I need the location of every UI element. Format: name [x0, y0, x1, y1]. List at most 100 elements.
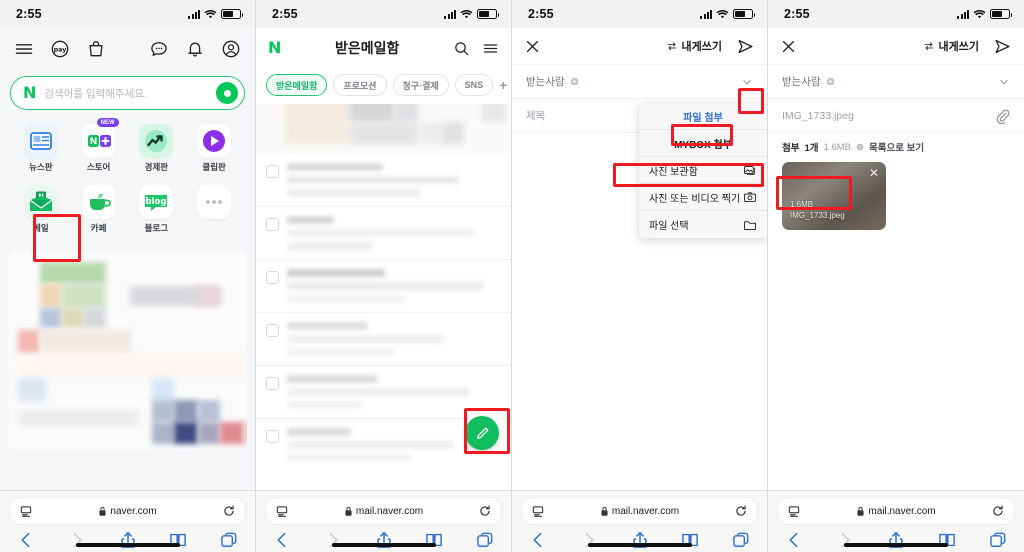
paperclip-icon[interactable] — [994, 108, 1010, 124]
chevron-down-icon[interactable] — [998, 76, 1010, 88]
bookmarks-icon[interactable] — [680, 530, 700, 550]
share-icon[interactable] — [374, 530, 394, 550]
tabs-icon[interactable] — [988, 530, 1008, 550]
status-icons — [188, 9, 243, 20]
mail-list-item[interactable] — [256, 366, 511, 419]
reload-icon[interactable] — [991, 504, 1005, 518]
chat-icon[interactable] — [149, 39, 169, 59]
contact-add-icon[interactable] — [826, 77, 835, 86]
hamburger-menu-icon[interactable] — [482, 40, 499, 57]
reader-view-icon[interactable] — [531, 504, 545, 518]
self-send-button[interactable]: 내게쓰기 — [666, 38, 722, 54]
app-shortcut-blog[interactable]: blog 블로그 — [128, 181, 186, 238]
bookmarks-icon[interactable] — [168, 530, 188, 550]
bell-icon[interactable] — [185, 39, 205, 59]
row-checkbox[interactable] — [266, 430, 279, 443]
reload-icon[interactable] — [734, 504, 748, 518]
back-icon[interactable] — [16, 530, 36, 550]
row-checkbox[interactable] — [266, 377, 279, 390]
address-bar[interactable]: mail.naver.com — [522, 498, 757, 524]
battery-icon — [990, 9, 1012, 19]
bookmarks-icon[interactable] — [937, 530, 957, 550]
share-icon[interactable] — [630, 530, 650, 550]
mail-list-item[interactable] — [256, 260, 511, 313]
mail-list-item[interactable] — [256, 207, 511, 260]
back-icon[interactable] — [784, 530, 804, 550]
reader-view-icon[interactable] — [19, 504, 33, 518]
row-checkbox[interactable] — [266, 324, 279, 337]
share-icon[interactable] — [118, 530, 138, 550]
chevron-down-icon[interactable] — [741, 76, 753, 88]
blurred-line — [287, 295, 405, 303]
app-shortcut-news[interactable]: 뉴스판 — [12, 120, 70, 177]
compose-header: 내게쓰기 — [768, 28, 1024, 64]
safari-bottom-bar-2: mail.naver.com — [256, 490, 511, 552]
menu-item-take-photo-video[interactable]: 사진 또는 비디오 찍기 — [639, 184, 767, 211]
app-shortcut-clip[interactable]: 클립판 — [185, 120, 243, 177]
reload-icon[interactable] — [222, 504, 236, 518]
mail-list-item[interactable] — [256, 313, 511, 366]
close-icon[interactable] — [524, 38, 541, 55]
reader-view-icon[interactable] — [787, 504, 801, 518]
row-checkbox[interactable] — [266, 218, 279, 231]
app-shortcut-store[interactable]: NEW N 스토어 — [70, 118, 128, 177]
wifi-icon — [204, 9, 217, 18]
contact-add-icon[interactable] — [570, 77, 579, 86]
compose-fab[interactable] — [465, 416, 499, 450]
url-text: mail.naver.com — [355, 505, 424, 517]
tab-billing[interactable]: 청구·결제 — [392, 74, 449, 96]
menu-item-choose-file[interactable]: 파일 선택 — [639, 211, 767, 238]
naver-logo[interactable]: N — [268, 40, 281, 56]
app-shortcut-more[interactable] — [185, 181, 243, 238]
subject-field[interactable]: IMG_1733.jpeg — [768, 98, 1024, 132]
reader-view-icon[interactable] — [275, 504, 289, 518]
back-icon[interactable] — [528, 530, 548, 550]
tabs-icon[interactable] — [475, 530, 495, 550]
back-icon[interactable] — [272, 530, 292, 550]
close-icon[interactable] — [780, 38, 797, 55]
menu-item-label: 사진 보관함 — [649, 166, 698, 178]
tab-inbox[interactable]: 받은메일함 — [266, 74, 328, 96]
hamburger-menu-icon[interactable] — [14, 39, 34, 59]
tabs-icon[interactable] — [219, 530, 239, 550]
blurred-line — [287, 454, 412, 462]
address-bar[interactable]: mail.naver.com — [778, 498, 1014, 524]
menu-item-mybox-attach[interactable]: MYBOX 첨부 — [639, 130, 767, 157]
naver-pay-icon[interactable]: pay — [50, 39, 70, 59]
bookmarks-icon[interactable] — [424, 530, 444, 550]
app-shortcut-mail[interactable]: N 메일 — [12, 181, 70, 238]
svg-text:pay: pay — [54, 47, 67, 54]
info-icon[interactable]: i — [856, 143, 864, 151]
row-checkbox[interactable] — [266, 271, 279, 284]
send-icon[interactable] — [993, 37, 1012, 56]
shopping-bag-icon[interactable] — [86, 39, 106, 59]
close-icon[interactable]: ✕ — [869, 167, 879, 179]
share-icon[interactable] — [886, 530, 906, 550]
voice-search-icon[interactable] — [216, 82, 238, 104]
tab-add[interactable]: + — [499, 74, 507, 96]
tab-sns[interactable]: SNS — [454, 74, 494, 96]
panel-compose-attached: 2:55 내게쓰기 받는사람 IMG_1733.jpeg 첨부 1개 1.6MB… — [768, 0, 1024, 552]
row-checkbox[interactable] — [266, 165, 279, 178]
recipient-field[interactable]: 받는사람 — [768, 64, 1024, 98]
tabs-icon[interactable] — [731, 530, 751, 550]
address-bar[interactable]: mail.naver.com — [266, 498, 501, 524]
reload-icon[interactable] — [478, 504, 492, 518]
tab-promotion[interactable]: 프로모션 — [333, 74, 387, 96]
self-send-label: 내게쓰기 — [681, 41, 722, 53]
address-bar[interactable]: naver.com — [10, 498, 245, 524]
app-shortcut-finance[interactable]: 경제판 — [128, 120, 186, 177]
attachment-thumbnail[interactable]: ✕ 1.6MB IMG_1733.jpeg — [782, 162, 886, 230]
view-list-link[interactable]: 목록으로 보기 — [869, 140, 924, 154]
app-shortcut-cafe[interactable]: 카페 — [70, 181, 128, 238]
search-input[interactable]: N 검색어를 입력해주세요. — [10, 76, 245, 110]
app-label: 클립판 — [202, 162, 226, 172]
self-send-button[interactable]: 내게쓰기 — [923, 38, 979, 54]
send-icon[interactable] — [736, 37, 755, 56]
search-icon[interactable] — [453, 40, 470, 57]
recipient-field[interactable]: 받는사람 — [512, 64, 767, 98]
menu-item-photo-library[interactable]: 사진 보관함 — [639, 157, 767, 184]
profile-icon[interactable] — [221, 39, 241, 59]
blurred-line — [287, 269, 386, 277]
mail-list-item[interactable] — [256, 154, 511, 207]
